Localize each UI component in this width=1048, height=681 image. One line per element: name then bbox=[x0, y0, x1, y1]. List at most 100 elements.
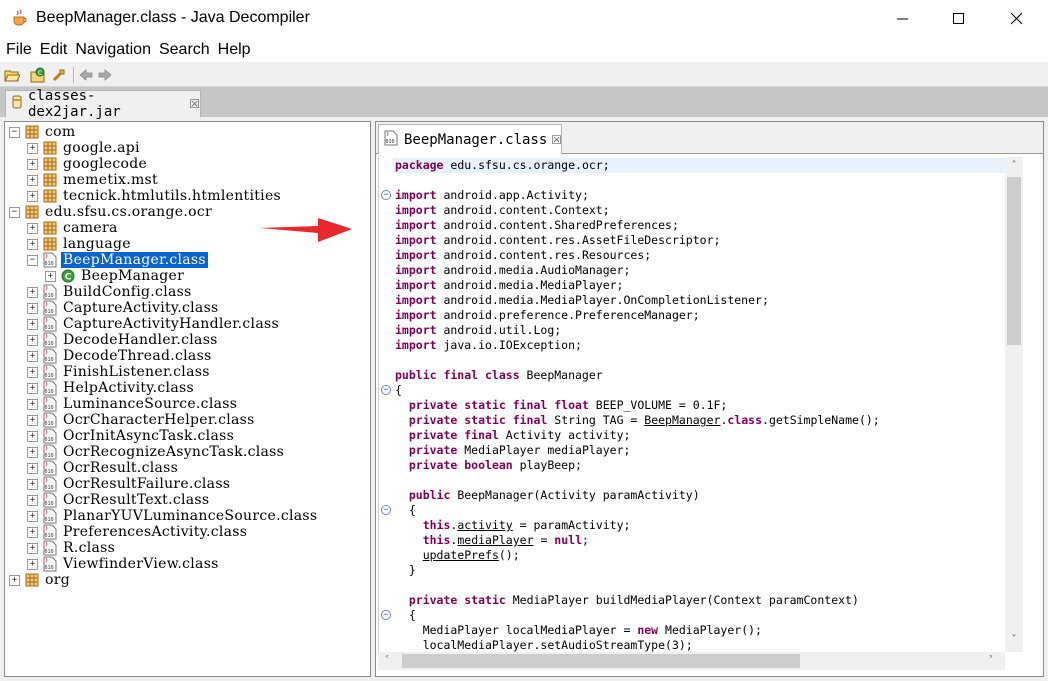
collapse-icon[interactable]: − bbox=[27, 254, 38, 266]
scroll-up-icon[interactable]: ˄ bbox=[1009, 161, 1019, 171]
tree-node-label: tecnick.htmlutils.htmlentities bbox=[63, 188, 282, 204]
vertical-scrollbar[interactable]: ˄ ˅ bbox=[1005, 157, 1023, 652]
expand-icon[interactable]: + bbox=[27, 302, 38, 314]
tree-node[interactable]: +010 PlanarYUVLuminanceSource.class bbox=[27, 508, 319, 524]
expand-icon[interactable]: + bbox=[27, 142, 38, 154]
maximize-button[interactable] bbox=[930, 0, 988, 38]
tree-node[interactable]: +010 HelpActivity.class bbox=[27, 380, 196, 396]
tree-node[interactable]: + language bbox=[27, 236, 133, 252]
code-editor[interactable]: package edu.sfsu.cs.orange.ocr; import an… bbox=[378, 157, 1024, 652]
tree-node[interactable]: + googlecode bbox=[27, 156, 149, 172]
expand-icon[interactable]: + bbox=[9, 574, 20, 586]
fold-collapse-icon[interactable]: − bbox=[381, 385, 391, 395]
tree-node[interactable]: +010 DecodeThread.class bbox=[27, 348, 214, 364]
expand-icon[interactable]: + bbox=[27, 430, 38, 442]
class-file-icon: 010 bbox=[43, 284, 57, 300]
expand-icon[interactable]: + bbox=[27, 366, 38, 378]
expand-icon[interactable]: + bbox=[27, 238, 38, 250]
expand-icon[interactable]: + bbox=[27, 478, 38, 490]
tree-node-label: PlanarYUVLuminanceSource.class bbox=[63, 508, 318, 524]
expand-icon[interactable]: + bbox=[27, 558, 38, 570]
menu-edit[interactable]: Edit bbox=[40, 41, 68, 59]
code-line: updatePrefs(); bbox=[395, 548, 520, 563]
vertical-scroll-thumb[interactable] bbox=[1007, 177, 1021, 345]
tree-node[interactable]: + memetix.mst bbox=[27, 172, 160, 188]
svg-text:C: C bbox=[65, 273, 72, 283]
tree-node[interactable]: +010 DecodeHandler.class bbox=[27, 332, 220, 348]
collapse-icon[interactable]: − bbox=[9, 126, 20, 138]
expand-icon[interactable]: + bbox=[27, 382, 38, 394]
tree-node[interactable]: +010 PreferencesActivity.class bbox=[27, 524, 249, 540]
tree-node[interactable]: + camera bbox=[27, 220, 120, 236]
expand-icon[interactable]: + bbox=[45, 270, 56, 282]
tree-node[interactable]: −010 BeepManager.class bbox=[27, 252, 208, 268]
expand-icon[interactable]: + bbox=[27, 462, 38, 474]
expand-icon[interactable]: + bbox=[27, 414, 38, 426]
expand-icon[interactable]: + bbox=[27, 494, 38, 506]
minimize-button[interactable] bbox=[874, 0, 932, 38]
tree-node[interactable]: +010 CaptureActivityHandler.class bbox=[27, 316, 281, 332]
tree-node[interactable]: +010 OcrRecognizeAsyncTask.class bbox=[27, 444, 286, 460]
close-tab-icon[interactable]: ☒ bbox=[551, 133, 562, 147]
tree-node[interactable]: +010 OcrResultText.class bbox=[27, 492, 211, 508]
tree-node[interactable]: +010 CaptureActivity.class bbox=[27, 300, 221, 316]
expand-icon[interactable]: + bbox=[27, 158, 38, 170]
tab-classes-dex2jar[interactable]: classes-dex2jar.jar ☒ bbox=[5, 88, 201, 120]
close-tab-icon[interactable]: ☒ bbox=[189, 97, 200, 111]
expand-icon[interactable]: + bbox=[27, 222, 38, 234]
collapse-icon[interactable]: − bbox=[9, 206, 20, 218]
expand-icon[interactable]: + bbox=[27, 286, 38, 298]
back-button[interactable] bbox=[77, 66, 95, 84]
tree-node[interactable]: + tecnick.htmlutils.htmlentities bbox=[27, 188, 283, 204]
expand-icon[interactable]: + bbox=[27, 174, 38, 186]
search-button[interactable] bbox=[50, 66, 68, 84]
expand-icon[interactable]: + bbox=[27, 510, 38, 522]
tree-node[interactable]: + org bbox=[9, 572, 72, 588]
forward-button[interactable] bbox=[96, 66, 114, 84]
tree-node-label: google.api bbox=[63, 140, 140, 156]
expand-icon[interactable]: + bbox=[27, 334, 38, 346]
tree-node[interactable]: +010 BuildConfig.class bbox=[27, 284, 194, 300]
code-token: activity bbox=[457, 518, 513, 532]
fold-collapse-icon[interactable]: − bbox=[381, 505, 391, 515]
scroll-down-icon[interactable]: ˅ bbox=[1009, 635, 1019, 645]
horizontal-scrollbar[interactable]: ˂ ˃ bbox=[378, 652, 1005, 670]
svg-text:010: 010 bbox=[44, 549, 53, 555]
tree-node[interactable]: +010 OcrCharacterHelper.class bbox=[27, 412, 257, 428]
expand-icon[interactable]: + bbox=[27, 542, 38, 554]
code-line: import android.preference.PreferenceMana… bbox=[395, 308, 700, 323]
tree-node[interactable]: +010 OcrResult.class bbox=[27, 460, 180, 476]
code-token: android.util.Log; bbox=[436, 323, 562, 337]
tree-node[interactable]: + C BeepManager bbox=[45, 268, 186, 284]
tree-node[interactable]: − com bbox=[9, 124, 77, 140]
tree-node[interactable]: +010 OcrResultFailure.class bbox=[27, 476, 232, 492]
expand-icon[interactable]: + bbox=[27, 318, 38, 330]
scroll-left-icon[interactable]: ˂ bbox=[382, 656, 392, 666]
open-file-button[interactable] bbox=[3, 66, 21, 84]
expand-icon[interactable]: + bbox=[27, 446, 38, 458]
tree-node[interactable]: +010 LuminanceSource.class bbox=[27, 396, 239, 412]
menu-search[interactable]: Search bbox=[159, 41, 210, 59]
tree-node[interactable]: +010 OcrInitAsyncTask.class bbox=[27, 428, 236, 444]
open-type-button[interactable]: C bbox=[29, 66, 47, 84]
fold-collapse-icon[interactable]: − bbox=[381, 610, 391, 620]
close-button[interactable] bbox=[988, 0, 1046, 38]
scroll-right-icon[interactable]: ˃ bbox=[986, 656, 996, 666]
expand-icon[interactable]: + bbox=[27, 350, 38, 362]
code-line: private static final float BEEP_VOLUME =… bbox=[395, 398, 728, 413]
tree-node[interactable]: + google.api bbox=[27, 140, 142, 156]
expand-icon[interactable]: + bbox=[27, 190, 38, 202]
tab-beepmanager-class[interactable]: 010 BeepManager.class ☒ bbox=[378, 124, 562, 154]
tree-node[interactable]: +010 R.class bbox=[27, 540, 117, 556]
tree-node[interactable]: +010 ViewfinderView.class bbox=[27, 556, 221, 572]
tree-node[interactable]: − edu.sfsu.cs.orange.ocr bbox=[9, 204, 214, 220]
expand-icon[interactable]: + bbox=[27, 398, 38, 410]
expand-icon[interactable]: + bbox=[27, 526, 38, 538]
fold-collapse-icon[interactable]: − bbox=[381, 190, 391, 200]
horizontal-scroll-thumb[interactable] bbox=[402, 654, 800, 668]
tree-node[interactable]: +010 FinishListener.class bbox=[27, 364, 212, 380]
menu-file[interactable]: File bbox=[6, 41, 32, 59]
menu-navigation[interactable]: Navigation bbox=[75, 41, 151, 59]
menu-help[interactable]: Help bbox=[218, 41, 251, 59]
